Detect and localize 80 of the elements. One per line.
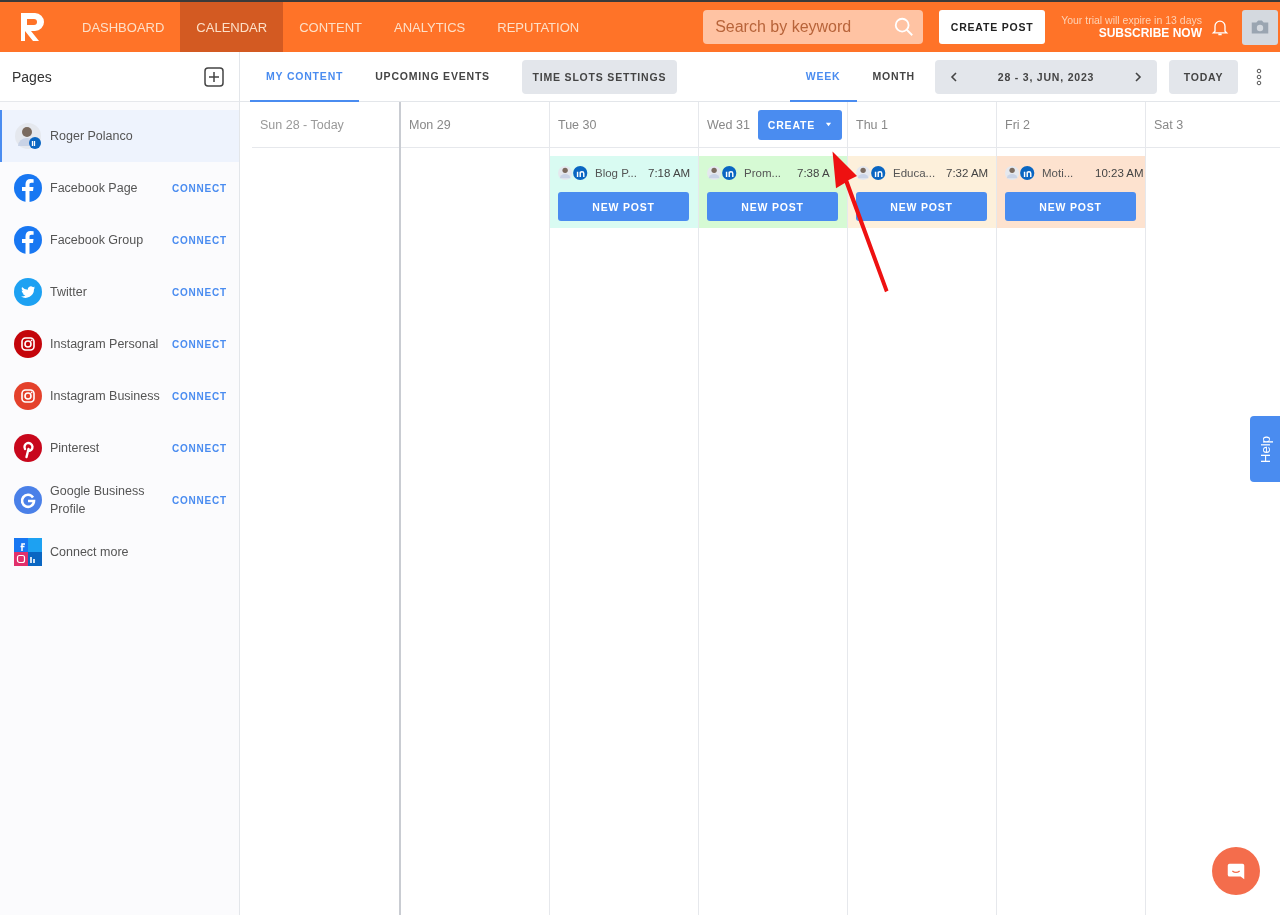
subscribe-link[interactable]: SUBSCRIBE NOW — [1098, 26, 1202, 40]
day-label: Wed 31 — [707, 117, 750, 132]
post-title: Moti... — [1042, 167, 1075, 179]
search-icon — [893, 16, 916, 38]
post-time: 7:38 A — [797, 167, 830, 179]
nav-tab[interactable]: REPUTATION — [481, 2, 596, 52]
page-name: Roger Polanco — [50, 128, 134, 145]
page-name: Pinterest — [50, 440, 101, 457]
caret-icon — [825, 121, 833, 128]
page-name: Google Business Profile — [50, 483, 146, 518]
connect-link[interactable]: CONNECT — [171, 182, 227, 194]
date-range: 28 - 3, JUN, 2023 — [997, 70, 1095, 83]
page-item[interactable]: Connect more — [0, 526, 239, 578]
connect-link[interactable]: CONNECT — [171, 234, 227, 246]
page-item[interactable]: Instagram Personal CONNECT — [0, 318, 239, 370]
connect-link[interactable]: CONNECT — [171, 494, 227, 506]
day-label: Fri 2 — [1005, 117, 1030, 132]
section-tab[interactable]: MY CONTENT — [250, 51, 360, 102]
avatar-icon — [14, 122, 42, 150]
connect-link[interactable]: CONNECT — [171, 390, 227, 402]
page-item[interactable]: Facebook Page CONNECT — [0, 162, 239, 214]
post-time: 10:23 AM — [1095, 167, 1144, 179]
today-button[interactable]: TODAY — [1169, 59, 1238, 94]
new-post-button[interactable]: NEW POST — [558, 192, 689, 221]
post-card[interactable]: Prom... 7:38 A NEW POST — [699, 156, 847, 228]
day-label: Sat 3 — [1154, 117, 1184, 132]
connect-link[interactable]: CONNECT — [171, 286, 227, 298]
post-time: 7:32 AM — [946, 167, 989, 179]
view-tab[interactable]: MONTH — [856, 51, 931, 102]
post-title: Blog P... — [595, 167, 638, 179]
page-item[interactable]: Facebook Group CONNECT — [0, 214, 239, 266]
chat-button[interactable] — [1212, 847, 1260, 895]
sidebar-title: Pages — [12, 68, 52, 85]
time-slots-button[interactable]: TIME SLOTS SETTINGS — [521, 59, 677, 94]
post-card[interactable]: Moti... 10:23 AM NEW POST — [997, 156, 1145, 228]
avatar-icon — [707, 165, 739, 181]
create-button[interactable]: CREATE — [757, 109, 843, 140]
page-name: Facebook Group — [50, 232, 145, 249]
add-icon[interactable] — [204, 66, 224, 87]
page-item[interactable]: Instagram Business CONNECT — [0, 370, 239, 422]
post-card[interactable]: Educa... 7:32 AM NEW POST — [848, 156, 996, 228]
create-post-button[interactable]: CREATE POST — [939, 10, 1046, 44]
page-item[interactable]: Pinterest CONNECT — [0, 422, 239, 474]
page-item[interactable]: Google Business Profile CONNECT — [0, 474, 239, 526]
post-title: Educa... — [893, 167, 937, 179]
trial-notice: Your trial will expire in 13 days — [1061, 14, 1202, 26]
social-networks-icon — [14, 538, 42, 566]
day-label: Mon 29 — [409, 117, 451, 132]
avatar-icon — [856, 165, 888, 181]
day-label: Sun 28 - Today — [260, 117, 344, 132]
post-card[interactable]: Blog P... 7:18 AM NEW POST — [550, 156, 698, 228]
connect-link[interactable]: CONNECT — [171, 442, 227, 454]
post-title: Prom... — [744, 167, 783, 179]
help-tab[interactable]: Help — [1250, 416, 1280, 482]
new-post-button[interactable]: NEW POST — [1005, 192, 1136, 221]
nav-tab[interactable]: DASHBOARD — [66, 2, 181, 52]
connect-link[interactable]: CONNECT — [171, 338, 227, 350]
view-tab[interactable]: WEEK — [789, 51, 857, 102]
avatar-icon — [1005, 165, 1037, 181]
page-name: Instagram Personal — [50, 336, 160, 353]
page-name: Instagram Business — [50, 388, 161, 405]
avatar-icon — [558, 165, 590, 181]
more-icon[interactable] — [1256, 66, 1262, 87]
next-icon[interactable] — [1133, 71, 1143, 82]
nav-tab[interactable]: ANALYTICS — [378, 2, 482, 52]
day-label: Thu 1 — [856, 117, 888, 132]
page-name: Facebook Page — [50, 180, 139, 197]
page-name: Connect more — [50, 544, 130, 561]
day-label: Tue 30 — [558, 117, 597, 132]
page-name: Twitter — [50, 284, 88, 301]
page-item[interactable]: Roger Polanco — [0, 110, 239, 162]
new-post-button[interactable]: NEW POST — [856, 192, 987, 221]
post-time: 7:18 AM — [648, 167, 691, 179]
nav-tab[interactable]: CALENDAR — [180, 2, 284, 52]
new-post-button[interactable]: NEW POST — [707, 192, 838, 221]
previous-icon[interactable] — [949, 71, 959, 82]
page-item[interactable]: Twitter CONNECT — [0, 266, 239, 318]
search-field[interactable]: Search by keyword — [703, 10, 924, 44]
nav-tab[interactable]: CONTENT — [283, 2, 378, 52]
section-tab[interactable]: UPCOMING EVENTS — [359, 51, 506, 102]
